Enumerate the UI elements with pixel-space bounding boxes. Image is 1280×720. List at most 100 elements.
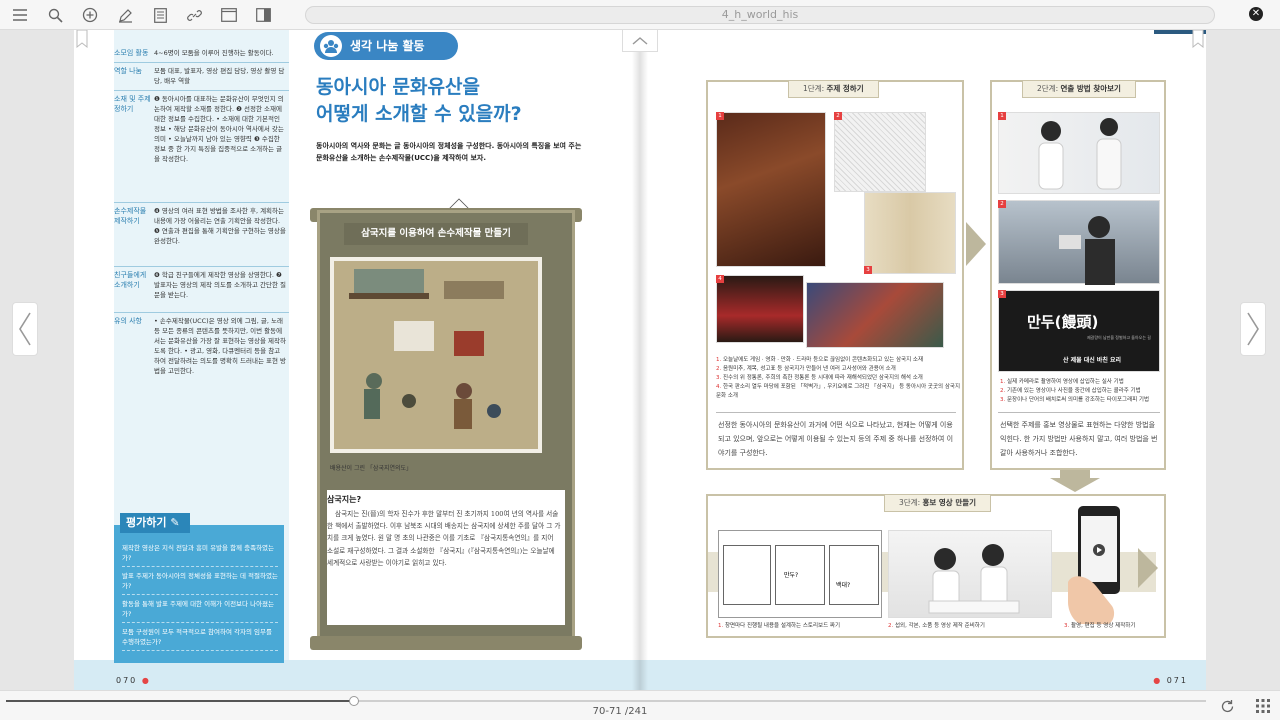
chevron-left-icon (19, 312, 31, 346)
collage-image[interactable] (998, 200, 1160, 285)
arrow-right-icon (1138, 548, 1158, 588)
chevron-up-icon (632, 37, 648, 45)
caption-item: 2. 음원미추, 계목, 성고표 등 삼국지가 만들어 낸 여러 고사성어와 관… (716, 365, 960, 374)
activity-badge: 생각 나눔 활동 (314, 32, 458, 60)
page-slider[interactable] (6, 696, 1206, 706)
game-art-image[interactable] (716, 112, 826, 267)
bookmark-icon[interactable] (76, 30, 88, 48)
pen-icon[interactable] (115, 5, 135, 25)
group-icon (320, 35, 342, 57)
painting-illustration (334, 261, 538, 449)
search-icon[interactable] (45, 5, 65, 25)
evaluation-title-label: 평가하기 (126, 516, 167, 529)
stage-3-caption: 1. 창면마다 진행될 내용을 설계하는 스토리보드 짜기 (718, 622, 878, 631)
stage-1-paragraph: 선정한 동아시아의 문화유산이 과거에 어떤 식으로 나타났고, 현재는 어떻게… (718, 421, 954, 457)
page-slider-thumb[interactable] (349, 696, 359, 706)
divider (114, 312, 289, 313)
stage-tag-label: 연출 방법 찾아보기 (1060, 84, 1121, 93)
stage-3-box: 3단계: 홍보 영상 만들기 만두? 백대? 1. 창면마다 진행될 내용을 설… (706, 494, 1166, 638)
bookmark-icon[interactable] (1192, 30, 1204, 48)
page-number-right: ● 071 (1153, 676, 1188, 685)
divider (114, 90, 289, 91)
caption-text: 기존에 있는 영상이나 사진을 중간에 삽입하는 콜라주 기법 (1007, 388, 1141, 394)
guide-key: 역할 나눔 (114, 67, 142, 75)
caption-text: 한국 판소리 열두 마당에 포함된 「적벽가」, 우키요에로 그려진 「삼국지」… (716, 384, 961, 399)
page-number-text: 071 (1166, 676, 1188, 685)
bottom-bar: 70-71 /241 (0, 690, 1280, 720)
page-title: 동아시아 문화유산을 어떻게 소개할 수 있을까? (316, 74, 616, 128)
caption-number: 3. (1064, 623, 1070, 629)
evaluation-item: 발표 주제가 동아시아의 정체성을 표현하는 데 적절하였는가? (122, 571, 278, 595)
close-button[interactable]: ✕ (1249, 7, 1263, 21)
caption-number: 2. (716, 366, 722, 372)
caption-number: 1. (716, 357, 722, 363)
next-page-button[interactable] (1240, 302, 1266, 356)
storyboard-image[interactable]: 만두? 백대? (718, 530, 882, 618)
stage-2-paragraph: 선택한 주제를 홍보 영상물로 표현하는 다양한 방법을 익힌다. 한 가지 방… (1000, 421, 1158, 457)
pencil-icon: ✎ (170, 516, 180, 529)
collage-illustration (1059, 216, 1115, 285)
stage-tag-prefix: 3단계: (899, 498, 921, 507)
guide-key: 손수제작물 제작하기 (114, 207, 147, 225)
ukiyoe-print-image[interactable] (806, 282, 944, 348)
top-toolbar: 4_h_world_his ✕ (0, 0, 1280, 30)
side-panel-icon[interactable] (253, 5, 273, 25)
page-slider-fill (6, 700, 354, 702)
caption-number: 2. (888, 623, 894, 629)
right-page-footer-band (640, 660, 1206, 690)
guide-value: ❻ 학급 친구들에게 제작한 영상을 상영한다. ❼ 발표자는 영상의 제작 의… (154, 271, 286, 299)
guide-value: 모둠 대표, 발표자, 영상 편집 담당, 영상 촬영 담당, 배우 역할 (154, 67, 285, 85)
left-page: 소모임 활동 4~6명이 모둠을 이루어 진행하는 활동이다. 역할 나눔 모둠… (74, 30, 640, 690)
scroll-banner: 삼국지를 이용하여 손수제작물 만들기 (344, 223, 528, 245)
stage-3-caption: 3. 촬영, 편집 등 영상 제작하기 (1064, 622, 1164, 631)
pansori-performance-image[interactable] (716, 275, 804, 343)
previous-page-button[interactable] (12, 302, 38, 356)
caption-number: 2. (1000, 388, 1006, 394)
left-page-footer-band (74, 660, 640, 690)
guide-value: • 손수제작물(UCC)은 영상 외에 그림, 글, 노래 등 모든 종류의 콘… (154, 317, 286, 375)
collapse-toolbar-button[interactable] (622, 30, 658, 52)
caption-number: 1. (718, 623, 724, 629)
link-icon[interactable] (184, 5, 204, 25)
storyboard-frame (723, 545, 771, 605)
caption-text: 오늘날에도 게임 · 영화 · 만화 · 드라마 등으로 끊임없이 콘텐츠화되고… (723, 357, 924, 363)
typography-image[interactable]: 만두(饅頭) 제갈량이 남만을 정벌하고 돌아오는 길 산 제물 대신 바친 요… (998, 290, 1160, 372)
title-card-sub: 산 제물 대신 바친 요리 (1063, 357, 1122, 364)
guide-key: 소재 및 주제 정하기 (114, 95, 151, 113)
dot-marker: ● (1153, 676, 1163, 685)
document-icon[interactable] (150, 5, 170, 25)
dot-marker: ● (141, 676, 151, 685)
evaluation-item: 모둠 구성원이 모두 적극적으로 참여하여 각자의 임무를 수행하였는가? (122, 627, 278, 651)
live-action-illustration (1038, 118, 1122, 190)
stage-tag-label: 주제 정하기 (826, 84, 864, 93)
storyboard-frame: 백대? (829, 545, 879, 605)
stage-2-box: 2단계: 연출 방법 찾아보기 1 2 만두(饅頭) 제갈량이 남만을 정벌하고… (990, 80, 1166, 470)
rotate-icon[interactable] (1218, 697, 1236, 715)
caption-number: 4. (716, 384, 722, 390)
guide-key: 친구들에게 소개하기 (114, 271, 147, 289)
image-number-badge: 2 (834, 112, 842, 120)
fullscreen-icon[interactable] (219, 5, 239, 25)
evaluation-box: 평가하기 ✎ 제작한 영상은 지식 전달과 흥미 유발을 함께 충족하였는가? … (114, 513, 284, 663)
zoom-in-icon[interactable] (80, 5, 100, 25)
old-book-image[interactable] (864, 192, 956, 274)
menu-icon[interactable] (10, 5, 30, 25)
live-action-image[interactable] (998, 112, 1160, 194)
smartphone-image[interactable] (1068, 502, 1138, 628)
storyboard-text: 만두? (784, 572, 799, 579)
image-number-badge: 3 (864, 266, 872, 274)
grid-view-icon[interactable] (1254, 697, 1272, 715)
caption-item: 2. 기존에 있는 영상이나 사진을 중간에 삽입하는 콜라주 기법 (1000, 387, 1164, 396)
stage-3-tag: 3단계: 홍보 영상 만들기 (884, 494, 992, 512)
storyboard-text: 백대? (836, 582, 851, 589)
guide-value: ❹ 영상의 여러 표현 방법을 조사한 후, 계획하는 내용에 가장 어울리는 … (154, 207, 286, 245)
caption-item: 1. 실제 카메라로 촬영하여 영상에 삽입하는 실사 기법 (1000, 378, 1164, 387)
right-page: 1단계: 주제 정하기 1 2 3 4 1. 오늘날에도 게임 · 영화 · 만… (640, 30, 1206, 690)
title-card-small: 제갈량이 남만을 정벌하고 돌아오는 길 (1087, 335, 1151, 340)
students-preparing-image[interactable] (888, 530, 1052, 618)
page-indicator: 70-71 /241 (592, 706, 648, 717)
caption-item: 4. 한국 판소리 열두 마당에 포함된 「적벽가」, 우키요에로 그려진 「삼… (716, 383, 960, 401)
historical-painting[interactable] (330, 257, 542, 453)
comic-illustration-image[interactable] (834, 112, 926, 192)
stage-2-tag: 2단계: 연출 방법 찾아보기 (1022, 80, 1136, 98)
